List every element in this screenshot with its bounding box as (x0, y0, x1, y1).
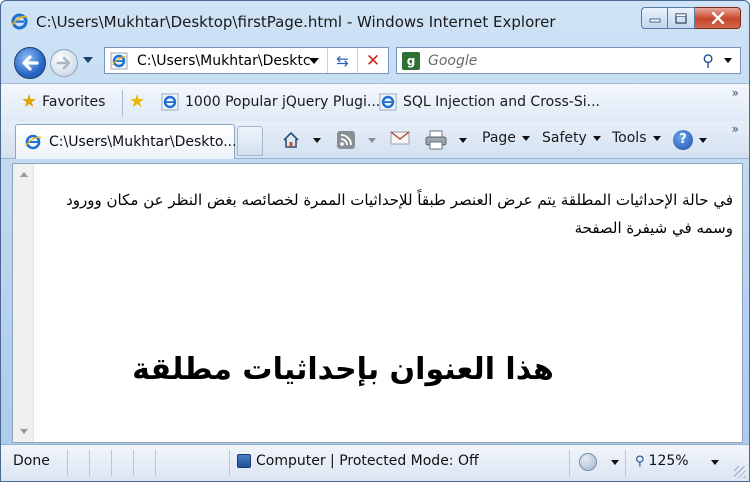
minimize-icon (649, 18, 660, 23)
page-ie-icon (110, 52, 128, 70)
chevron-more-icon[interactable]: » (732, 86, 739, 100)
resize-grip[interactable] (734, 466, 746, 478)
chevron-more-icon[interactable]: » (732, 122, 739, 136)
zoom-level: 125% (648, 453, 689, 469)
status-divider (89, 450, 90, 476)
feeds-dropdown[interactable] (368, 137, 376, 143)
maximize-button[interactable] (668, 7, 695, 29)
search-input[interactable]: Google (428, 53, 477, 69)
stop-icon: ✕ (365, 50, 381, 71)
minimize-button[interactable] (641, 7, 668, 29)
printer-icon (425, 130, 447, 150)
status-text: Done (13, 453, 50, 469)
recent-pages-dropdown[interactable] (83, 57, 93, 63)
safety-menu-label: Safety (542, 130, 587, 146)
back-button[interactable] (14, 47, 46, 79)
page-content: في حالة الإحداثيات المطلقة يتم عرض العنص… (12, 163, 743, 443)
print-dropdown[interactable] (459, 137, 467, 143)
status-divider (133, 450, 134, 476)
forward-button[interactable] (50, 49, 78, 77)
intro-paragraph: في حالة الإحداثيات المطلقة يتم عرض العنص… (66, 191, 733, 237)
absolute-heading: هذا العنوان بإحداثيات مطلقة (132, 352, 554, 387)
favorites-bar: ★ Favorites ★ 1000 Popular jQuery Plugi.… (1, 83, 749, 121)
rss-feed-icon (337, 131, 355, 149)
home-icon (283, 131, 299, 148)
close-icon (711, 12, 724, 24)
chevron-down-icon[interactable] (611, 460, 619, 465)
tab-command-bar: C:\Users\Mukhtar\Deskto... Page Safety T… (1, 121, 749, 159)
favorite-link-label: 1000 Popular jQuery Plugi... (185, 94, 381, 110)
maximize-icon (675, 12, 687, 24)
google-icon: g (402, 52, 420, 70)
ie-logo-icon (11, 13, 28, 30)
search-icon[interactable]: ⚲ (702, 51, 714, 70)
globe-icon[interactable] (579, 453, 597, 471)
status-divider (67, 450, 68, 476)
browser-window: C:\Users\Mukhtar\Desktop\firstPage.html … (0, 0, 750, 482)
zoom-dropdown[interactable] (711, 460, 719, 465)
tab-firstpage[interactable]: C:\Users\Mukhtar\Deskto... (15, 124, 237, 159)
favorites-button[interactable]: ★ Favorites (21, 93, 105, 111)
chevron-down-icon (699, 137, 707, 143)
status-bar: Done Computer | Protected Mode: Off ⚲ 12… (1, 444, 749, 481)
vertical-scrollbar[interactable] (13, 164, 34, 442)
search-box[interactable]: g Google ⚲ (396, 47, 741, 74)
forward-arrow-icon (56, 56, 71, 70)
safety-menu[interactable]: Safety (542, 130, 601, 146)
page-ie-icon (24, 134, 42, 150)
tools-menu-label: Tools (612, 130, 647, 146)
close-button[interactable] (695, 7, 741, 29)
favorites-separator (122, 90, 123, 116)
home-button[interactable] (281, 130, 321, 150)
home-dropdown[interactable] (313, 137, 321, 143)
help-icon: ? (673, 130, 693, 150)
caption-buttons (641, 7, 741, 29)
window-title: C:\Users\Mukhtar\Desktop\firstPage.html … (36, 13, 556, 31)
read-mail-button[interactable] (390, 130, 410, 146)
favorite-link-sql[interactable]: SQL Injection and Cross-Si... (379, 93, 600, 111)
navigation-bar: C:\Users\Mukhtar\Desktc ⇆ ✕ g Google ⚲ (1, 41, 749, 83)
favorites-star-icon: ★ (21, 91, 38, 112)
status-divider (111, 450, 112, 476)
chevron-down-icon (592, 135, 601, 141)
page-menu-label: Page (482, 130, 516, 146)
status-divider (229, 450, 230, 476)
security-zone[interactable]: Computer | Protected Mode: Off (237, 453, 479, 469)
refresh-icon: ⇆ (336, 51, 349, 70)
scroll-up-icon[interactable] (20, 172, 28, 177)
chevron-down-icon (521, 135, 530, 141)
add-to-favorites-icon: ★ (129, 91, 146, 112)
address-input[interactable]: C:\Users\Mukhtar\Desktc (137, 53, 325, 69)
back-arrow-icon (22, 55, 39, 71)
help-menu[interactable]: ? (673, 130, 707, 150)
computer-zone-icon (237, 454, 251, 468)
page-ie-icon (161, 93, 179, 111)
favorite-link-label: SQL Injection and Cross-Si... (403, 94, 600, 110)
favorites-label: Favorites (42, 94, 106, 110)
stop-button[interactable]: ✕ (357, 48, 388, 73)
new-tab-button[interactable] (237, 126, 263, 156)
print-button[interactable] (425, 130, 467, 150)
page-ie-icon (379, 93, 397, 111)
favorite-link-jquery[interactable]: 1000 Popular jQuery Plugi... (161, 93, 380, 111)
tools-menu[interactable]: Tools (612, 130, 661, 146)
security-zone-label: Computer | Protected Mode: Off (256, 453, 479, 469)
add-favorite-button[interactable]: ★ (129, 93, 150, 111)
page-menu[interactable]: Page (482, 130, 530, 146)
tab-label: C:\Users\Mukhtar\Deskto... (49, 134, 237, 150)
status-divider (625, 450, 626, 476)
address-dropdown[interactable] (309, 58, 319, 64)
chevron-down-icon (652, 135, 661, 141)
scroll-down-icon[interactable] (20, 429, 28, 434)
refresh-button[interactable]: ⇆ (327, 48, 357, 73)
title-bar: C:\Users\Mukhtar\Desktop\firstPage.html … (1, 1, 749, 41)
status-divider (569, 450, 570, 476)
mail-icon (390, 131, 410, 145)
feeds-button[interactable] (336, 130, 376, 150)
address-bar[interactable]: C:\Users\Mukhtar\Desktc ⇆ ✕ (104, 47, 389, 74)
search-options-dropdown[interactable] (724, 58, 732, 63)
zoom-icon: ⚲ (635, 453, 645, 469)
status-divider (155, 450, 156, 476)
zoom-control[interactable]: ⚲ 125% (635, 453, 689, 469)
